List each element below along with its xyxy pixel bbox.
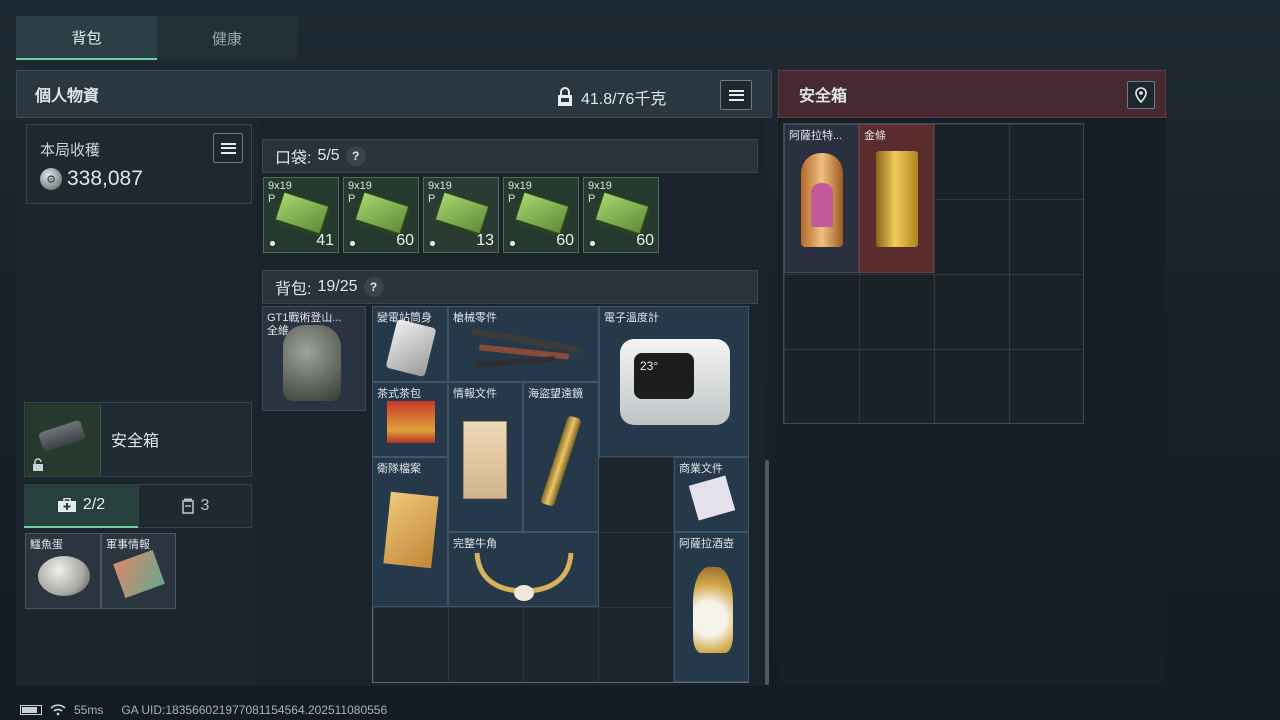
safebox-locate-button[interactable]: [1127, 81, 1155, 109]
weight-lock-icon: [558, 87, 572, 106]
ammo-count: 60: [556, 232, 574, 249]
tab-health[interactable]: 健康: [157, 16, 297, 60]
business-document-image: [688, 475, 736, 521]
personal-supplies-title: 個人物資: [35, 88, 100, 105]
ammo-count: 60: [636, 232, 654, 249]
telescope-image: [540, 415, 582, 507]
ammo-dot: [430, 241, 435, 246]
padlock-icon: [33, 458, 43, 471]
substation-core-image: [385, 318, 437, 378]
ammo-dot: [270, 241, 275, 246]
mini-item-military-intel[interactable]: 軍事情報: [101, 533, 176, 609]
backpack-image: [283, 325, 341, 401]
backpack-equipped-slot[interactable]: GT1戰術登山... 全維: [262, 306, 366, 411]
ammo-count: 60: [396, 232, 414, 249]
mini-item-crocodile-egg[interactable]: 鱷魚蛋: [25, 533, 101, 609]
ammo-box-image: [354, 191, 410, 235]
safebox-slot[interactable]: 安全箱: [24, 402, 252, 477]
personal-supplies-header: 個人物資 41.8/76千克: [16, 70, 772, 118]
ammo-slot-4[interactable]: 9x19 P 60: [503, 177, 579, 253]
harvest-amount: 338,087: [67, 167, 143, 190]
location-pin-icon: [1135, 87, 1147, 103]
intel-document-image: [463, 421, 507, 499]
safebox-title: 安全箱: [799, 88, 848, 105]
harvest-value: ⚙ 338,087: [40, 167, 143, 191]
intel-image: [113, 549, 165, 599]
item-substation-core[interactable]: 變電站筒身: [372, 306, 448, 382]
weight-text: 41.8/76千克: [581, 91, 667, 108]
jar-icon: [181, 498, 194, 514]
backpack-scrollbar[interactable]: [765, 460, 769, 685]
item-complete-horn[interactable]: 完整牛角: [448, 532, 599, 607]
item-pirate-telescope[interactable]: 海盜望遠鏡: [523, 382, 599, 532]
thermometer-display: 23°: [634, 353, 694, 399]
item-intel-document[interactable]: 情報文件: [448, 382, 523, 532]
harvest-list-button[interactable]: [213, 133, 243, 163]
ammo-dot: [510, 241, 515, 246]
ammo-box-image: [434, 191, 490, 235]
item-tea-pack[interactable]: 茶式茶包: [372, 382, 448, 457]
lantern-glass: [811, 183, 833, 227]
ammo-box-image: [594, 191, 650, 235]
item-electronic-thermometer[interactable]: 電子溫度計 23°: [599, 306, 749, 457]
ammo-slot-5[interactable]: 9x19 P 60: [583, 177, 659, 253]
ping-text: 55ms: [74, 703, 104, 717]
ammo-box-image: [274, 191, 330, 235]
uid-text: GA UID:18356602197708115456​4.2025110805…: [121, 703, 388, 717]
tab-backpack[interactable]: 背包: [16, 16, 157, 60]
item-gun-parts[interactable]: 槍械零件: [448, 306, 599, 382]
tab-consumables[interactable]: 3: [138, 484, 252, 528]
safebox-slot-label: 安全箱: [111, 433, 160, 450]
lantern-image: [801, 153, 843, 247]
backpack-section-header: 背包: 19/25 ?: [262, 270, 758, 304]
pocket-help-icon[interactable]: ?: [345, 146, 366, 166]
gold-bar-image: [876, 151, 918, 247]
item-guard-files[interactable]: 衛隊檔案: [372, 457, 448, 607]
harvest-title: 本局收穫: [40, 142, 101, 159]
ammo-box-image: [514, 191, 570, 235]
harvest-panel: 本局收穫 ⚙ 338,087: [26, 124, 252, 204]
item-asala-wine-pot[interactable]: 阿薩拉酒壺: [674, 532, 749, 682]
thermometer-image: 23°: [620, 339, 730, 425]
ammo-dot: [590, 241, 595, 246]
weight-indicator: 41.8/76千克: [555, 85, 666, 109]
ammo-count: 41: [316, 232, 334, 249]
safebox-case-icon: [37, 419, 87, 453]
guard-files-image: [383, 491, 439, 569]
ammo-count: 13: [476, 232, 494, 249]
ammo-slot-3[interactable]: 9x19 P 13: [423, 177, 499, 253]
currency-coin-icon: ⚙: [40, 168, 62, 190]
gun-parts-image-3: [474, 356, 556, 368]
item-business-document[interactable]: 商業文件: [674, 457, 749, 532]
personal-list-button[interactable]: [720, 80, 752, 110]
list-icon: [728, 89, 744, 101]
ammo-slot-2[interactable]: 9x19 P 60: [343, 177, 419, 253]
list-icon: [220, 142, 236, 154]
ammo-dot: [350, 241, 355, 246]
egg-image: [38, 556, 90, 596]
horn-image: [474, 552, 574, 601]
safebox-slot-image: [26, 404, 101, 476]
safebox-header: 安全箱: [778, 70, 1166, 118]
ammo-slot-1[interactable]: 9x19 P 41: [263, 177, 339, 253]
pocket-section-header: 口袋: 5/5 ?: [262, 139, 758, 173]
tab-medkit[interactable]: 2/2: [24, 484, 138, 528]
wifi-icon: [50, 704, 66, 716]
tea-pack-image: [387, 401, 435, 443]
safe-item-gold-bar[interactable]: 金條: [859, 124, 934, 273]
status-bar: 55ms GA UID:18356602197708115456​4.20251…: [20, 703, 387, 717]
battery-icon: [20, 705, 42, 715]
medkit-icon: [57, 497, 76, 512]
backpack-help-icon[interactable]: ?: [363, 277, 384, 297]
wine-pot-image: [693, 567, 733, 653]
safe-item-asala-lantern[interactable]: 阿薩拉特...: [784, 124, 859, 273]
